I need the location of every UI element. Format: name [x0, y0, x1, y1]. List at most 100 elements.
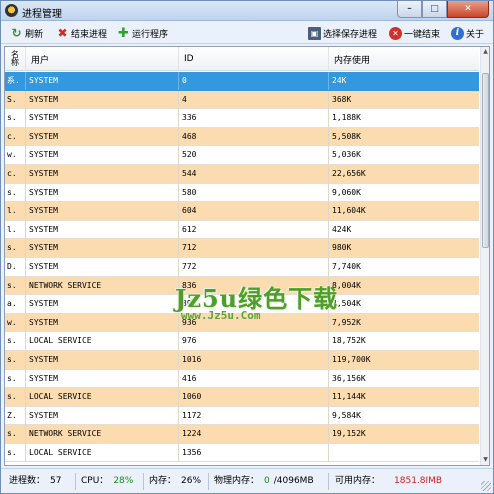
process-name-cell: a. — [5, 295, 26, 314]
plus-icon: ✚ — [118, 25, 129, 41]
process-name-cell: s. — [5, 425, 26, 444]
table-row[interactable]: c. SYSTEM 544 22,656K — [5, 164, 479, 184]
refresh-label: 刷新 — [25, 29, 44, 40]
process-name-cell: s. — [5, 183, 26, 202]
kill-process-button[interactable]: ✖ 结束进程 — [56, 25, 107, 41]
process-name-cell: Z. — [5, 406, 26, 425]
table-row[interactable]: c. SYSTEM 468 5,508K — [5, 127, 479, 147]
process-id-cell: 604 — [179, 202, 329, 221]
save-process-button[interactable]: ▣ 选择保存进程 — [308, 25, 377, 41]
process-id-cell: 1172 — [179, 406, 329, 425]
table-row[interactable]: s. SYSTEM 712 980K — [5, 239, 479, 258]
table-row[interactable]: s. LOCAL SERVICE 976 18,752K — [5, 332, 479, 351]
process-id-cell: 468 — [179, 127, 329, 146]
user-cell: SYSTEM — [26, 164, 179, 183]
memory-cell: 22,656K — [332, 168, 366, 178]
memory-cell: 980K — [332, 243, 352, 253]
process-list[interactable]: 名称 用户 ID 内存使用 系. SYSTEM 0 24K S. SYSTEM 4 368K s… — [4, 46, 490, 466]
user-cell: SYSTEM — [26, 109, 179, 128]
memory-cell: 19,152K — [332, 429, 366, 439]
title-bar[interactable]: 进程管理 – □ ✕ — [1, 1, 493, 21]
process-name-cell: s. — [5, 239, 26, 258]
table-row[interactable]: S. SYSTEM 4 368K — [5, 90, 479, 110]
column-header-memory[interactable]: 内存使用 — [329, 47, 479, 71]
process-rows: 系. SYSTEM 0 24K S. SYSTEM 4 368K s. SYSTEM 336 1,18… — [5, 72, 479, 463]
table-row[interactable]: w. SYSTEM 936 7,952K — [5, 313, 479, 333]
scroll-down-arrow-icon[interactable]: ▼ — [481, 455, 489, 465]
window-title: 进程管理 — [22, 9, 62, 20]
column-header-name[interactable]: 名称 — [5, 47, 26, 71]
table-row[interactable]: D. SYSTEM 772 7,740K — [5, 257, 479, 277]
physical-memory-total: /4096MB — [273, 476, 314, 486]
status-bar: 进程数： 57 CPU： 28% 内存： 26% 物理内存： 0/4096MB 可用内存… — [1, 468, 493, 493]
process-id-cell: 612 — [179, 220, 329, 239]
user-cell: SYSTEM — [26, 146, 179, 165]
process-name-cell: w. — [5, 146, 26, 165]
physical-memory-label: 物理内存： — [214, 476, 260, 486]
memory-label: 内存： — [149, 476, 177, 486]
table-row[interactable]: w. SYSTEM 520 5,036K — [5, 146, 479, 165]
maximize-button[interactable]: □ — [422, 1, 447, 18]
resize-grip[interactable] — [481, 481, 491, 491]
table-row[interactable]: l. SYSTEM 612 424K — [5, 220, 479, 240]
process-name-cell: S. — [5, 90, 26, 109]
table-row[interactable]: l. SYSTEM 604 11,604K — [5, 202, 479, 221]
table-row[interactable]: s. LOCAL SERVICE 1356 — [5, 443, 479, 463]
process-manager-window: 进程管理 – □ ✕ ↻ 刷新 ✖ 结束进程 ✚ 运行程序 ▣ 选择保存进程 ✕… — [0, 0, 494, 494]
vertical-scrollbar[interactable]: ▲ ▼ — [480, 47, 489, 465]
about-button[interactable]: i 关于 — [451, 25, 484, 41]
user-cell: SYSTEM — [26, 127, 179, 146]
user-cell: SYSTEM — [26, 90, 179, 109]
table-row[interactable]: Z. SYSTEM 1172 9,584K — [5, 406, 479, 426]
list-header: 名称 用户 ID 内存使用 — [5, 47, 479, 71]
process-name-cell: s. — [5, 350, 26, 369]
memory-cell: 119,700K — [332, 354, 371, 364]
column-header-name-label: 名称 — [11, 50, 19, 67]
refresh-button[interactable]: ↻ 刷新 — [10, 25, 43, 41]
table-row[interactable]: 系. SYSTEM 0 24K — [5, 72, 479, 91]
column-header-id[interactable]: ID — [179, 47, 329, 71]
user-cell: SYSTEM — [26, 239, 179, 258]
process-id-cell: 936 — [179, 313, 329, 332]
process-id-cell: 416 — [179, 369, 329, 388]
scroll-thumb[interactable] — [482, 73, 489, 248]
process-name-cell: s. — [5, 332, 26, 351]
about-label: 关于 — [466, 29, 485, 40]
process-id-cell: 1224 — [179, 425, 329, 444]
memory-cell: 24K — [332, 76, 347, 85]
user-cell: SYSTEM — [26, 295, 179, 314]
run-program-button[interactable]: ✚ 运行程序 — [117, 25, 168, 41]
table-row[interactable]: s. LOCAL SERVICE 1060 11,144K — [5, 388, 479, 407]
run-program-label: 运行程序 — [132, 29, 169, 40]
table-row[interactable]: s. SYSTEM 416 36,156K — [5, 369, 479, 389]
table-row[interactable]: s. SYSTEM 580 9,060K — [5, 183, 479, 203]
user-cell: SYSTEM — [26, 202, 179, 221]
table-row[interactable]: a. SYSTEM 896 4,504K — [5, 295, 479, 314]
process-name-cell: s. — [5, 276, 26, 295]
minimize-button[interactable]: – — [397, 1, 422, 18]
process-id-cell: 896 — [179, 295, 329, 314]
table-row[interactable]: s. NETWORK SERVICE 1224 19,152K — [5, 425, 479, 444]
table-row[interactable]: s. SYSTEM 1016 119,700K — [5, 350, 479, 370]
memory-cell: 5,508K — [332, 131, 361, 141]
user-cell: SYSTEM — [26, 183, 179, 202]
column-header-user[interactable]: 用户 — [26, 47, 179, 71]
process-name-cell: c. — [5, 127, 26, 146]
table-row[interactable]: s. NETWORK SERVICE 836 8,004K — [5, 276, 479, 296]
memory-cell: 5,036K — [332, 150, 361, 160]
save-process-label: 选择保存进程 — [323, 29, 378, 40]
memory-cell: 1,188K — [332, 113, 361, 123]
kill-all-button[interactable]: ✕ 一键结束 — [389, 25, 440, 41]
user-cell: LOCAL SERVICE — [26, 388, 179, 407]
process-id-cell: 336 — [179, 109, 329, 128]
close-button[interactable]: ✕ — [447, 1, 489, 18]
stop-icon: ✕ — [389, 26, 402, 40]
available-memory-label: 可用内存： — [335, 476, 381, 486]
scroll-up-arrow-icon[interactable]: ▲ — [481, 47, 489, 57]
process-id-cell: 520 — [179, 146, 329, 165]
process-name-cell: 系. — [5, 72, 26, 90]
table-row[interactable]: s. SYSTEM 336 1,188K — [5, 109, 479, 128]
process-id-cell: 1060 — [179, 388, 329, 407]
memory-cell — [329, 444, 479, 462]
user-cell: SYSTEM — [26, 257, 179, 276]
